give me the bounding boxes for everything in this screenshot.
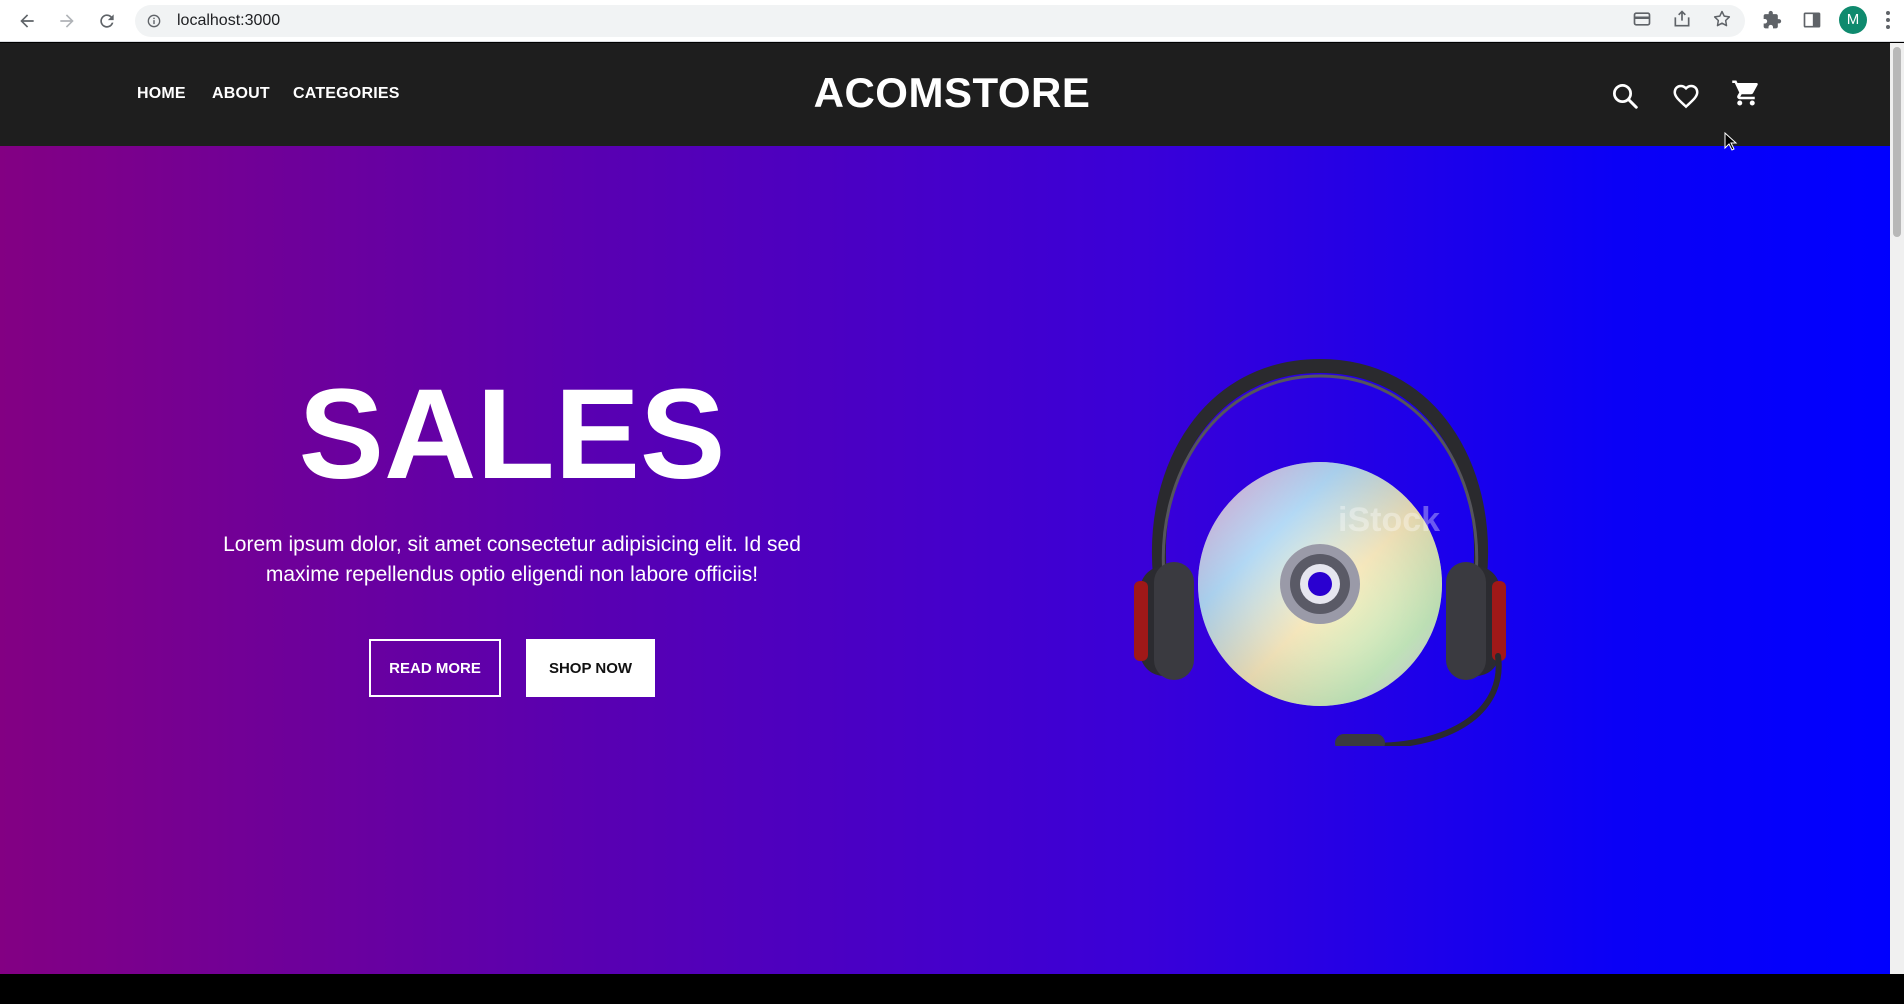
profile-avatar[interactable]: M	[1839, 6, 1867, 34]
image-watermark: iStock	[1338, 501, 1440, 539]
back-button[interactable]	[13, 7, 41, 35]
mouse-cursor-icon	[1724, 132, 1738, 151]
side-panel-icon	[1803, 12, 1821, 28]
scrollbar-thumb[interactable]	[1893, 47, 1901, 237]
address-bar[interactable]: localhost:3000	[135, 5, 1745, 37]
headphones-image: iStock	[1134, 358, 1506, 746]
site-header: HOME ABOUT CATEGORIES ACOMSTORE	[0, 43, 1904, 146]
wishlist-button[interactable]	[1669, 79, 1703, 113]
card-button[interactable]	[1631, 8, 1653, 30]
reload-icon	[100, 14, 114, 28]
read-more-button[interactable]: READ MORE	[369, 639, 501, 697]
browser-toolbar: localhost:3000 M	[0, 0, 1904, 42]
bottom-strip	[0, 974, 1904, 1004]
card-icon	[1633, 12, 1651, 26]
search-button[interactable]	[1608, 79, 1642, 113]
heart-icon	[1673, 84, 1699, 109]
url-text[interactable]: localhost:3000	[177, 12, 280, 30]
side-panel-button[interactable]	[1800, 8, 1824, 32]
back-icon	[20, 14, 34, 28]
cart-button[interactable]	[1729, 76, 1763, 110]
nav-home-link[interactable]: HOME	[137, 85, 186, 103]
hero-banner: SALES Lorem ipsum dolor, sit amet consec…	[0, 146, 1904, 974]
extensions-button[interactable]	[1760, 8, 1784, 32]
reload-button[interactable]	[93, 7, 121, 35]
cart-icon	[1732, 80, 1758, 106]
nav-categories-link[interactable]: CATEGORIES	[293, 85, 400, 103]
star-icon	[1713, 10, 1731, 27]
forward-button[interactable]	[53, 7, 81, 35]
brand-logo[interactable]: ACOMSTORE	[814, 69, 1091, 116]
hero-title: SALES	[298, 363, 726, 506]
extensions-icon	[1763, 10, 1782, 29]
share-icon	[1674, 10, 1690, 27]
bookmark-button[interactable]	[1711, 8, 1733, 30]
page-scrollbar[interactable]	[1890, 43, 1904, 974]
shop-now-button[interactable]: SHOP NOW	[526, 639, 655, 697]
nav-about-link[interactable]: ABOUT	[212, 85, 270, 103]
forward-icon	[60, 14, 74, 28]
more-icon[interactable]	[1880, 8, 1896, 32]
hero-description: Lorem ipsum dolor, sit amet consectetur …	[223, 533, 801, 586]
search-icon	[1613, 84, 1638, 109]
info-icon[interactable]	[147, 14, 161, 28]
share-button[interactable]	[1671, 8, 1693, 30]
